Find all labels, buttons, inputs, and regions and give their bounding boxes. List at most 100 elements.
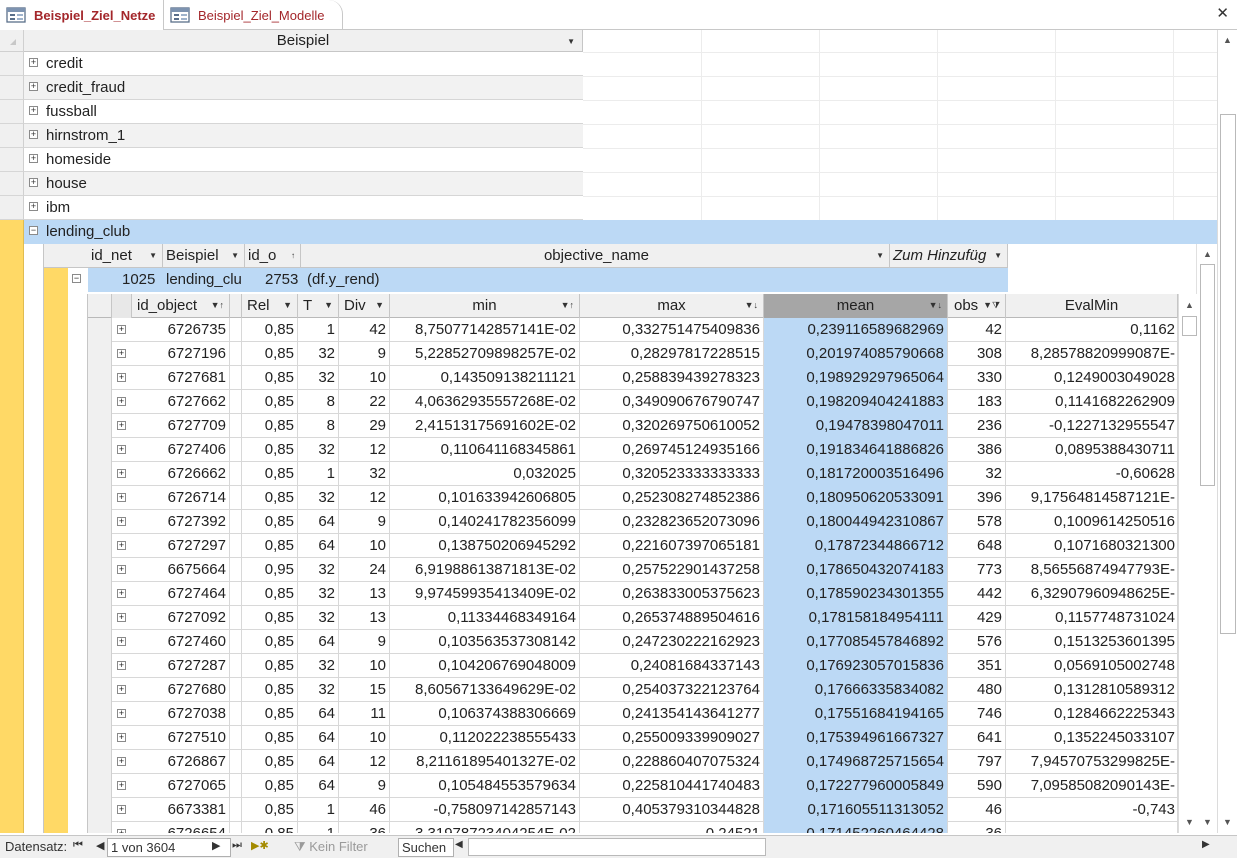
cell-id-object[interactable]: 6727392 [132,510,230,534]
row-selector[interactable] [88,726,112,750]
cell-evalmin[interactable]: 0,1071680321300 [1006,534,1178,558]
cell-id-object[interactable]: 6727287 [132,654,230,678]
current-record-indicator[interactable] [44,268,68,833]
cell-min[interactable]: 0,106374388306669 [390,702,580,726]
cell-min[interactable]: 6,91988613871813E-02 [390,558,580,582]
cell-div[interactable]: 12 [339,486,390,510]
row-selector[interactable] [0,148,24,172]
cell-mean[interactable]: 0,19478398047011 [764,414,948,438]
cell-max[interactable]: 0,265374889504616 [580,606,764,630]
cell-evalmin[interactable]: 7,94570753299825E- [1006,750,1178,774]
column-header-min[interactable]: min ▼↑ [390,294,580,318]
row-selector[interactable] [0,196,24,220]
cell-min[interactable]: 0,143509138211121 [390,366,580,390]
cell-rel[interactable]: 0,85 [242,342,298,366]
chevron-down-icon[interactable]: ▼ [231,244,239,267]
expand-icon[interactable]: + [29,106,38,115]
cell-t[interactable]: 8 [298,414,339,438]
cell-max[interactable]: 0,349090676790747 [580,390,764,414]
row-selector[interactable] [88,750,112,774]
cell-obs[interactable]: 578 [948,510,1006,534]
cell-id-object[interactable]: 6727709 [132,414,230,438]
row-selector[interactable] [88,822,112,833]
list-item[interactable]: + homeside [24,148,583,172]
cell-div[interactable]: 12 [339,438,390,462]
sort-icon[interactable]: ↑ [291,244,295,267]
column-header-obs[interactable]: obs ▼⧩ [948,294,1006,318]
cell-rel[interactable]: 0,85 [242,774,298,798]
sort-icon[interactable]: ▼↓ [745,294,758,317]
cell-evalmin[interactable]: 0,1352245033107 [1006,726,1178,750]
cell-mean[interactable]: 0,198209404241883 [764,390,948,414]
collapse-icon[interactable]: − [29,226,38,235]
scroll-left-icon[interactable]: ◀ [455,839,463,850]
table-row[interactable]: +6727680 0,85 32 15 8,60567133649629E-02 0,25… [88,678,1178,702]
cell-obs[interactable]: 746 [948,702,1006,726]
cell-rel[interactable]: 0,85 [242,534,298,558]
cell-id-object[interactable]: 6726867 [132,750,230,774]
list-item[interactable]: + hirnstrom_1 [24,124,583,148]
cell-div[interactable]: 11 [339,702,390,726]
expand-icon[interactable]: + [117,421,126,430]
cell-min[interactable]: 5,22852709898257E-02 [390,342,580,366]
cell-rel[interactable]: 0,85 [242,630,298,654]
cell-evalmin[interactable]: 0,0569105002748 [1006,654,1178,678]
tab-beispiel-ziel-netze[interactable]: Beispiel_Ziel_Netze [0,0,163,30]
cell-obs[interactable]: 183 [948,390,1006,414]
cell-rel[interactable]: 0,85 [242,678,298,702]
cell-max[interactable]: 0,252308274852386 [580,486,764,510]
expand-icon[interactable]: + [117,685,126,694]
cell-obs[interactable]: 396 [948,486,1006,510]
table-row[interactable]: +6727392 0,85 64 9 0,140241782356099 0,232823… [88,510,1178,534]
cell-mean[interactable]: 0,174968725715654 [764,750,948,774]
cell-max[interactable]: 0,255009339909027 [580,726,764,750]
first-record-icon[interactable]: ⏮ [73,839,83,852]
cell-evalmin[interactable]: -0,60628 [1006,462,1178,486]
cell-div[interactable]: 24 [339,558,390,582]
cell-id-object[interactable]: 6727406 [132,438,230,462]
expand-icon[interactable]: + [117,565,126,574]
cell-div[interactable]: 13 [339,582,390,606]
expand-icon[interactable]: + [117,373,126,382]
new-record-icon[interactable]: ▶✱ [251,839,269,852]
cell-t[interactable]: 1 [298,318,339,342]
expand-icon[interactable]: + [117,733,126,742]
cell-obs[interactable]: 641 [948,726,1006,750]
collapse-icon[interactable]: − [72,274,81,283]
cell-mean[interactable]: 0,180950620533091 [764,486,948,510]
cell-min[interactable]: 0,104206769048009 [390,654,580,678]
cell-max[interactable]: 0,247230222162923 [580,630,764,654]
cell-id-object[interactable]: 6727681 [132,366,230,390]
scroll-up-icon[interactable]: ▲ [1199,246,1216,263]
expand-icon[interactable]: + [117,613,126,622]
expand-icon[interactable]: + [117,781,126,790]
row-selector[interactable] [88,510,112,534]
cell-max[interactable]: 0,254037322123764 [580,678,764,702]
cell-evalmin[interactable]: 9,17564814587121E- [1006,486,1178,510]
column-header-beispiel[interactable]: Beispiel ▼ [24,30,583,52]
cell-rel[interactable]: 0,85 [242,414,298,438]
cell-evalmin[interactable]: -0,1227132955547 [1006,414,1178,438]
expand-icon[interactable]: + [117,541,126,550]
cell-max[interactable]: 0,332751475409836 [580,318,764,342]
cell-t[interactable]: 32 [298,558,339,582]
cell-rel[interactable]: 0,85 [242,366,298,390]
vertical-scrollbar[interactable]: ▲ ▼ [1196,244,1217,833]
cell-t[interactable]: 32 [298,606,339,630]
table-row[interactable]: +6726867 0,85 64 12 8,21161895401327E-02 0,22… [88,750,1178,774]
cell-rel[interactable]: 0,85 [242,486,298,510]
cell-max[interactable]: 0,405379310344828 [580,798,764,822]
cell-max[interactable]: 0,258839439278323 [580,366,764,390]
cell-mean[interactable]: 0,175394961667327 [764,726,948,750]
row-selector[interactable] [0,52,24,76]
cell-div[interactable]: 15 [339,678,390,702]
cell-mean[interactable]: 0,180044942310867 [764,510,948,534]
cell-min[interactable]: 4,06362935557268E-02 [390,390,580,414]
column-header-id-object[interactable]: id_object ▼↑ [132,294,230,318]
cell-min[interactable]: 0,105484553579634 [390,774,580,798]
column-header-evalmin[interactable]: EvalMin [1006,294,1178,318]
cell-mean[interactable]: 0,171452260464428 [764,822,948,833]
last-record-icon[interactable]: ⏭ [232,839,242,852]
tab-beispiel-ziel-modelle[interactable]: Beispiel_Ziel_Modelle [163,0,343,30]
cell-mean[interactable]: 0,17551684194165 [764,702,948,726]
